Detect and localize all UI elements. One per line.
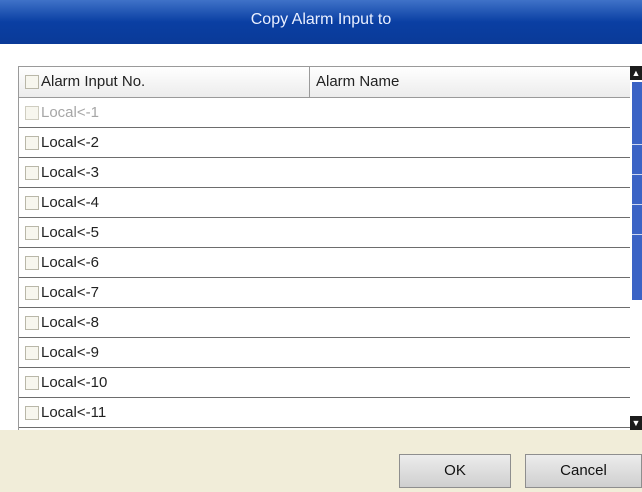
list-header: Alarm Input No. Alarm Name bbox=[19, 67, 631, 98]
cancel-button[interactable]: Cancel bbox=[525, 454, 642, 488]
select-all-checkbox[interactable] bbox=[25, 75, 39, 89]
scrollbar-divider bbox=[632, 174, 642, 175]
list-item[interactable]: Local<-4 bbox=[19, 188, 631, 218]
row-checkbox[interactable] bbox=[25, 316, 39, 330]
row-label: Local<-7 bbox=[41, 284, 99, 301]
row-label: Local<-9 bbox=[41, 344, 99, 361]
row-checkbox[interactable] bbox=[25, 256, 39, 270]
row-checkbox[interactable] bbox=[25, 346, 39, 360]
list-rows: Local<-1 Local<-2 Local<-3 Local<-4 Loca… bbox=[19, 98, 631, 428]
dialog-footer: OK Cancel bbox=[0, 430, 642, 492]
list-item[interactable]: Local<-2 bbox=[19, 128, 631, 158]
row-checkbox[interactable] bbox=[25, 376, 39, 390]
row-label: Local<-4 bbox=[41, 194, 99, 211]
column-alarm-name[interactable]: Alarm Name bbox=[310, 67, 630, 97]
list-item[interactable]: Local<-3 bbox=[19, 158, 631, 188]
row-label: Local<-6 bbox=[41, 254, 99, 271]
dialog-title: Copy Alarm Input to bbox=[0, 0, 642, 44]
list-item[interactable]: Local<-6 bbox=[19, 248, 631, 278]
list-item[interactable]: Local<-10 bbox=[19, 368, 631, 398]
scrollbar-divider bbox=[632, 144, 642, 145]
list-item[interactable]: Local<-5 bbox=[19, 218, 631, 248]
list-item[interactable]: Local<-8 bbox=[19, 308, 631, 338]
column-alarm-input-no-label: Alarm Input No. bbox=[41, 73, 146, 90]
list-item[interactable]: Local<-7 bbox=[19, 278, 631, 308]
row-label: Local<-8 bbox=[41, 314, 99, 331]
scrollbar-divider bbox=[632, 204, 642, 205]
list-scrollbar[interactable]: ▲ ▼ bbox=[630, 66, 642, 430]
copy-alarm-input-dialog: Copy Alarm Input to Alarm Input No. Alar… bbox=[0, 0, 642, 492]
row-label: Local<-11 bbox=[41, 404, 107, 421]
row-checkbox[interactable] bbox=[25, 226, 39, 240]
row-label: Local<-10 bbox=[41, 374, 108, 391]
alarm-input-list: Alarm Input No. Alarm Name Local<-1 Loca… bbox=[18, 66, 642, 430]
row-checkbox[interactable] bbox=[25, 196, 39, 210]
row-checkbox bbox=[25, 106, 39, 120]
row-checkbox[interactable] bbox=[25, 406, 39, 420]
row-label: Local<-5 bbox=[41, 224, 99, 241]
row-checkbox[interactable] bbox=[25, 136, 39, 150]
column-alarm-input-no[interactable]: Alarm Input No. bbox=[19, 67, 310, 97]
list-item: Local<-1 bbox=[19, 98, 631, 128]
chevron-down-icon[interactable]: ▼ bbox=[630, 416, 642, 430]
row-label: Local<-2 bbox=[41, 134, 99, 151]
ok-button[interactable]: OK bbox=[399, 454, 511, 488]
scrollbar-divider bbox=[632, 234, 642, 235]
row-checkbox[interactable] bbox=[25, 166, 39, 180]
row-label: Local<-1 bbox=[41, 104, 99, 121]
list-item[interactable]: Local<-11 bbox=[19, 398, 631, 428]
list-item[interactable]: Local<-9 bbox=[19, 338, 631, 368]
dialog-body: Alarm Input No. Alarm Name Local<-1 Loca… bbox=[0, 44, 642, 430]
scrollbar-thumb[interactable] bbox=[632, 82, 642, 300]
row-checkbox[interactable] bbox=[25, 286, 39, 300]
chevron-up-icon[interactable]: ▲ bbox=[630, 66, 642, 80]
row-label: Local<-3 bbox=[41, 164, 99, 181]
